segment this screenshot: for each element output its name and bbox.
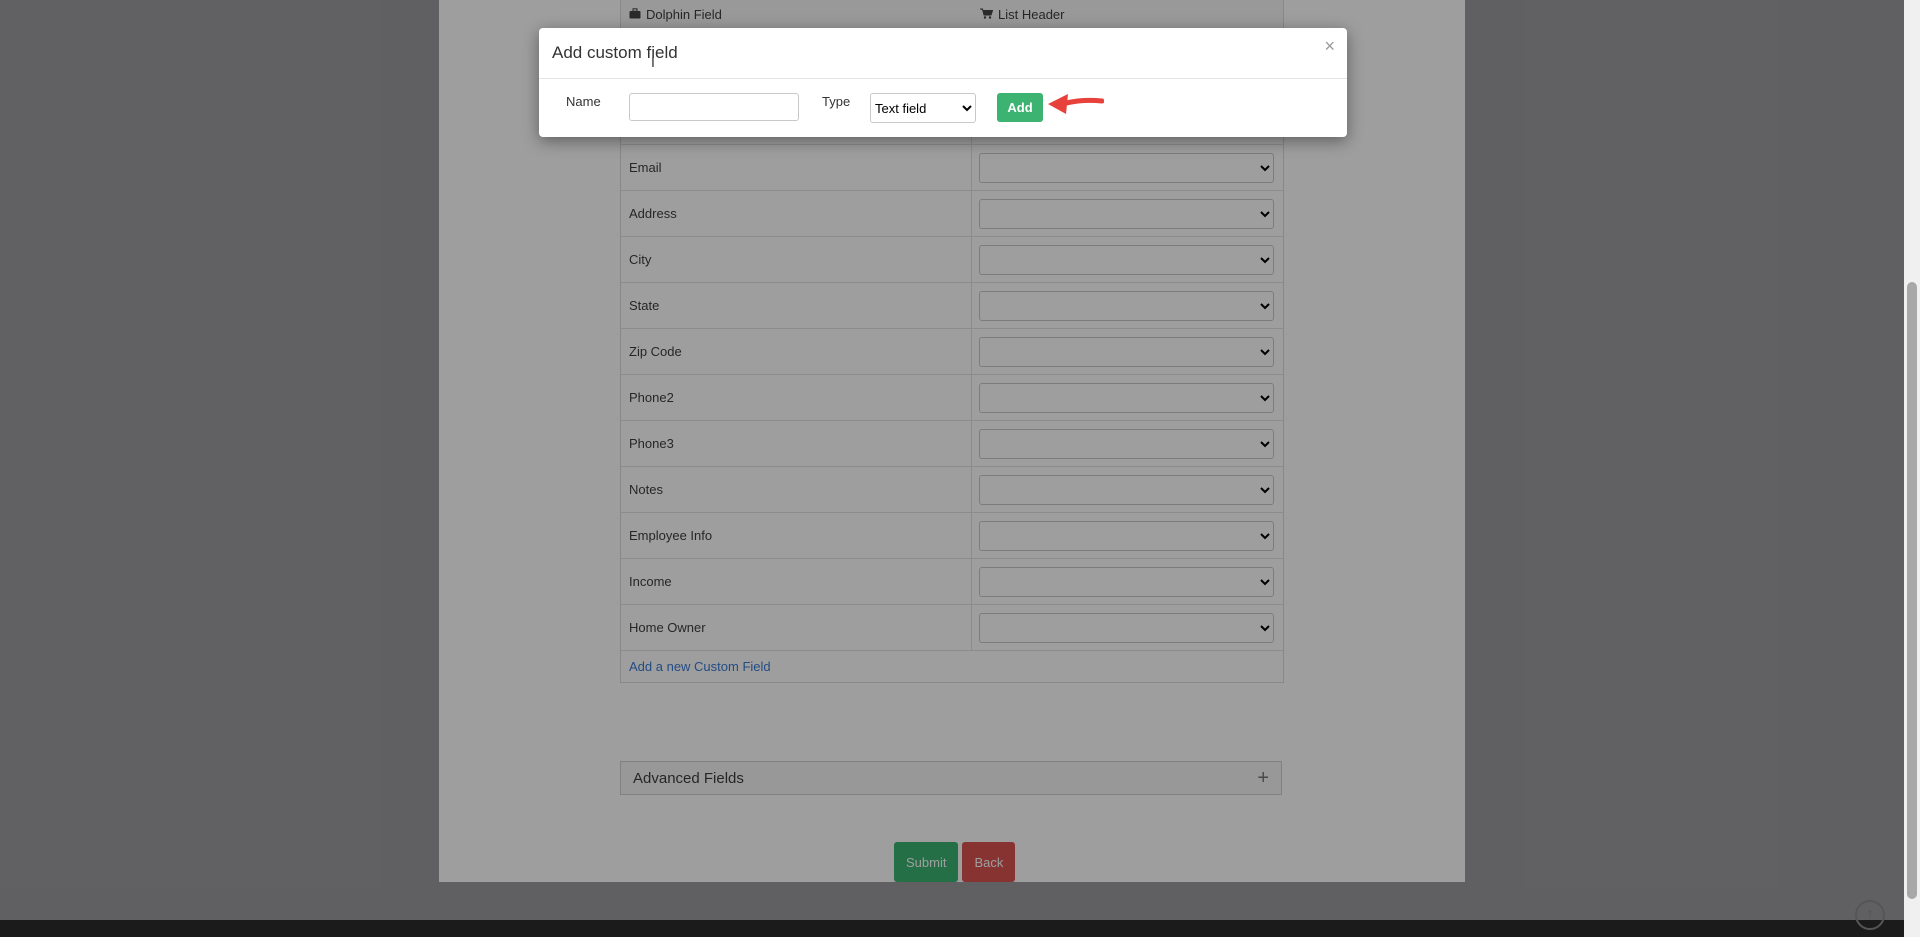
modal-title: Add custom field xyxy=(552,43,678,62)
modal-backdrop[interactable] xyxy=(0,0,1904,937)
red-arrow-icon xyxy=(1048,94,1104,114)
modal-header: Add custom field × xyxy=(539,28,1347,79)
modal-body: Name Type Text field Add xyxy=(539,79,1347,137)
text-cursor-icon: I xyxy=(651,54,655,70)
scroll-to-top-icon[interactable]: ↑ xyxy=(1855,900,1885,930)
scrollbar-thumb[interactable] xyxy=(1907,282,1917,899)
name-label: Name xyxy=(566,94,601,109)
close-icon[interactable]: × xyxy=(1324,36,1335,57)
name-input[interactable] xyxy=(629,93,799,121)
type-label: Type xyxy=(822,94,851,109)
add-custom-field-modal: Add custom field × Name Type Text field … xyxy=(539,28,1347,137)
type-select[interactable]: Text field xyxy=(870,93,976,123)
scrollbar[interactable] xyxy=(1904,0,1920,937)
add-button[interactable]: Add xyxy=(997,93,1043,122)
